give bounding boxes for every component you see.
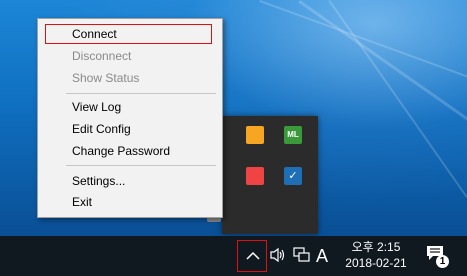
ml-icon[interactable]: ML bbox=[284, 126, 302, 144]
notification-count-badge: 1 bbox=[436, 255, 449, 268]
menu-item-disconnect: Disconnect bbox=[72, 49, 132, 63]
menu-item-connect[interactable]: Connect bbox=[38, 23, 222, 45]
taskbar: A 오후 2:15 2018-02-21 1 bbox=[0, 236, 467, 276]
network-icon[interactable] bbox=[293, 247, 311, 263]
menu-separator bbox=[66, 93, 216, 94]
menu-item-change-password[interactable]: Change Password bbox=[38, 140, 222, 162]
menu-item-edit-config[interactable]: Edit Config bbox=[38, 118, 222, 140]
tray-overflow-popup: ML ✓ bbox=[207, 116, 318, 234]
show-hidden-icons-button[interactable] bbox=[237, 240, 267, 272]
chevron-up-icon bbox=[246, 251, 260, 260]
menu-item-show-status: Show Status bbox=[72, 71, 140, 85]
clock-date: 2018-02-21 bbox=[345, 256, 407, 270]
colorful-app-icon[interactable] bbox=[246, 167, 264, 185]
menu-item-view-log[interactable]: View Log bbox=[38, 96, 222, 118]
menu-item-exit[interactable]: Exit bbox=[38, 191, 222, 213]
orange-app-icon[interactable] bbox=[246, 126, 264, 144]
menu-separator bbox=[66, 165, 216, 166]
desktop-background: ML ✓ Connect Disconnect Show Status View… bbox=[0, 0, 467, 236]
context-menu: Connect Disconnect Show Status View Log … bbox=[37, 18, 223, 218]
shield-icon[interactable]: ✓ bbox=[284, 167, 302, 185]
input-method-indicator[interactable]: A bbox=[316, 242, 328, 270]
volume-icon[interactable] bbox=[269, 247, 287, 263]
clock-time: 오후 2:15 bbox=[351, 240, 401, 254]
clock[interactable]: 오후 2:15 2018-02-21 bbox=[339, 239, 413, 272]
menu-item-settings[interactable]: Settings... bbox=[38, 170, 222, 192]
